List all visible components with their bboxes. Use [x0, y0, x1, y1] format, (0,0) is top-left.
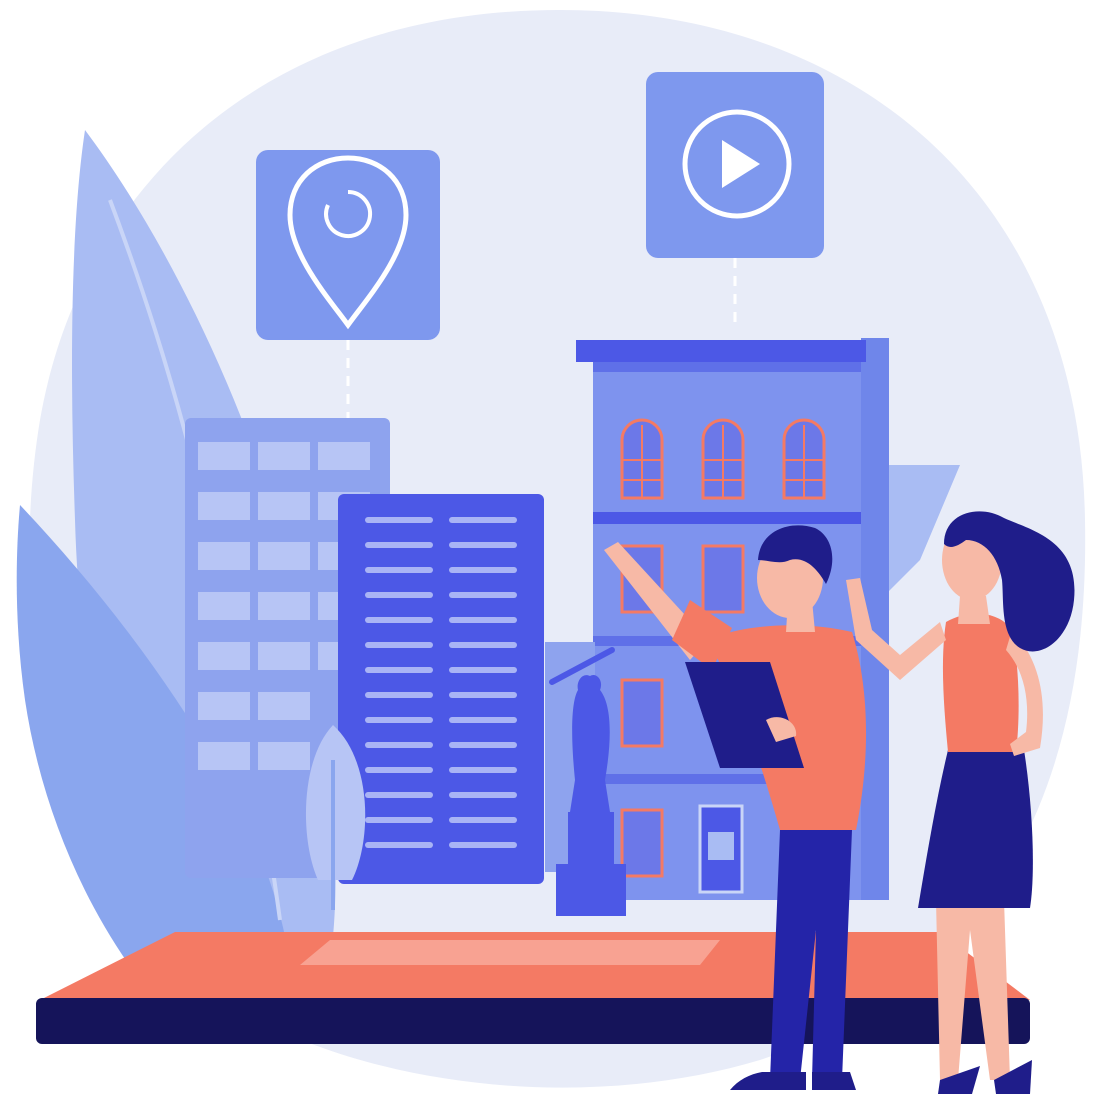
office-building-center	[338, 494, 544, 884]
map-platform-highlight	[300, 940, 720, 965]
floor-band	[593, 512, 861, 524]
statue-base	[556, 864, 626, 916]
travel-guide-illustration	[16, 10, 1086, 1094]
roof-trim	[593, 362, 861, 372]
classic-building-roof	[576, 340, 866, 362]
map-platform-edge	[36, 998, 1030, 1044]
woman-top	[942, 613, 1019, 752]
man-shoe-left	[730, 1072, 806, 1090]
man-shoe-right	[812, 1072, 856, 1090]
statue-pedestal	[568, 812, 614, 864]
woman-neck	[958, 596, 990, 624]
location-card	[256, 150, 440, 340]
